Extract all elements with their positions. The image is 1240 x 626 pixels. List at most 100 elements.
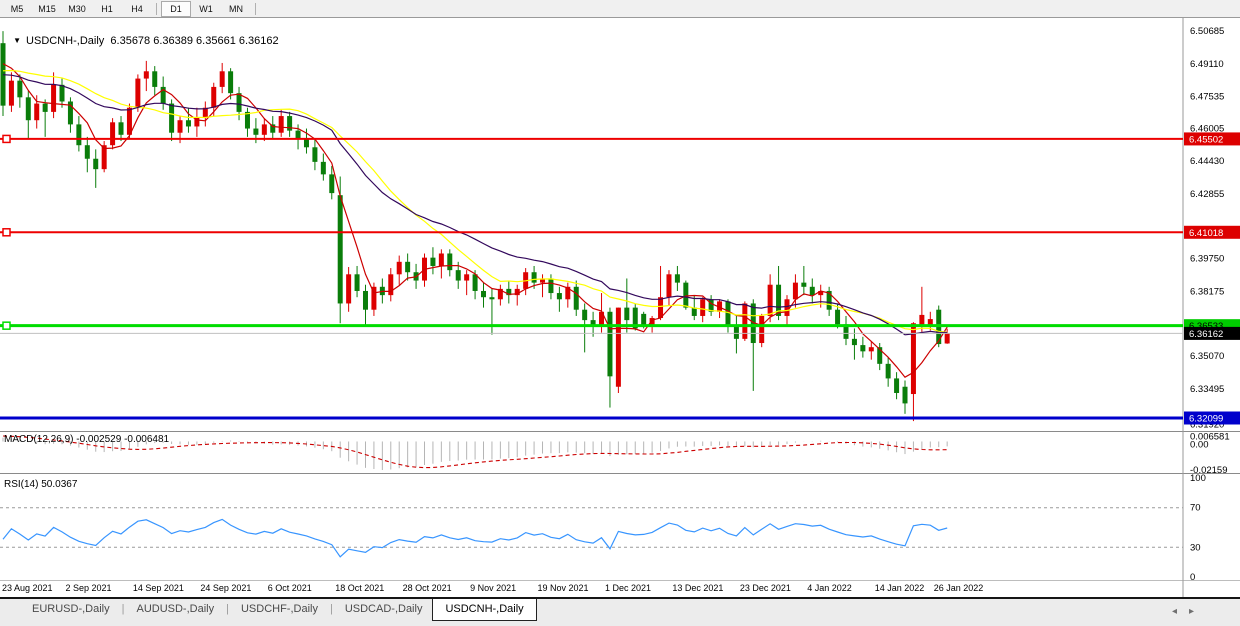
date-tick-label: 19 Nov 2021 <box>538 583 589 593</box>
chart-symbol-label: USDCNH-,Daily <box>26 35 104 47</box>
candle-body <box>919 315 924 325</box>
candle-body <box>152 71 157 87</box>
price-tick-label: 6.42855 <box>1190 189 1224 200</box>
candle-body <box>793 283 798 300</box>
candle-body <box>464 274 469 280</box>
date-tick-label: 13 Dec 2021 <box>672 583 723 593</box>
level-handle-resistance-upper[interactable] <box>3 135 10 142</box>
chart-tab-eurusd[interactable]: EURUSD-,Daily <box>22 599 120 620</box>
timeframe-button-d1[interactable]: D1 <box>161 1 191 17</box>
candle-body <box>734 326 739 338</box>
candle-body <box>886 364 891 379</box>
candle-body <box>903 387 908 404</box>
candle-body <box>725 301 730 326</box>
toolbar-separator <box>156 3 157 15</box>
candle-body <box>397 262 402 274</box>
candle-body <box>329 174 334 193</box>
candle-body <box>945 333 950 343</box>
chart-tab-usdchf[interactable]: USDCHF-,Daily <box>231 599 328 620</box>
candle-body <box>296 131 301 139</box>
candle-body <box>624 308 629 320</box>
date-tick-label: 28 Oct 2021 <box>403 583 452 593</box>
candle-body <box>253 129 258 135</box>
candle-body <box>321 162 326 174</box>
date-tick-label: 1 Dec 2021 <box>605 583 651 593</box>
date-tick-label: 18 Oct 2021 <box>335 583 384 593</box>
candle-body <box>85 145 90 159</box>
candle-body <box>76 124 81 145</box>
chart-title: ▼ USDCNH-,Daily 6.35678 6.36389 6.35661 6… <box>7 23 279 47</box>
candle-body <box>430 258 435 266</box>
candle-body <box>186 120 191 126</box>
chart-canvas[interactable]: 6.506856.491106.475356.460056.444306.428… <box>0 0 1240 626</box>
chart-tabs-bar: EURUSD-,Daily|AUDUSD-,Daily|USDCHF-,Dail… <box>0 597 1240 626</box>
ma-line-fast <box>3 64 947 378</box>
candle-body <box>582 310 587 320</box>
chart-tab-audusd[interactable]: AUDUSD-,Daily <box>126 599 224 620</box>
candle-body <box>346 274 351 303</box>
date-tick-label: 14 Jan 2022 <box>875 583 925 593</box>
tab-scroll-left-icon[interactable]: ◂ <box>1172 606 1189 617</box>
macd-axis-label: 0.00 <box>1190 439 1209 450</box>
candle-body <box>355 274 360 291</box>
candle-body <box>489 297 494 299</box>
level-handle-resistance-lower[interactable] <box>3 229 10 236</box>
candle-body <box>17 81 22 98</box>
date-tick-label: 14 Sep 2021 <box>133 583 184 593</box>
candle-body <box>237 93 242 112</box>
candle-body <box>894 378 899 393</box>
candle-body <box>666 274 671 297</box>
date-tick-label: 4 Jan 2022 <box>807 583 852 593</box>
candle-body <box>852 339 857 345</box>
candle-body <box>456 270 461 280</box>
tab-divider: | <box>120 599 127 615</box>
timeframe-button-mn[interactable]: MN <box>221 1 251 17</box>
timeframe-button-w1[interactable]: W1 <box>191 1 221 17</box>
chart-ohlc-values: 6.35678 6.36389 6.35661 6.36162 <box>110 35 278 47</box>
tab-divider: | <box>224 599 231 615</box>
candle-body <box>43 104 48 112</box>
rsi-axis-label: 0 <box>1190 572 1195 583</box>
date-tick-label: 2 Sep 2021 <box>65 583 111 593</box>
timeframe-button-h1[interactable]: H1 <box>92 1 122 17</box>
timeframe-button-h4[interactable]: H4 <box>122 1 152 17</box>
price-badge-label-current-price: 6.36162 <box>1189 329 1223 340</box>
candle-body <box>439 253 444 265</box>
price-tick-label: 6.38175 <box>1190 286 1224 297</box>
price-badge-label-resistance-upper: 6.45502 <box>1189 134 1223 145</box>
candle-body <box>178 120 183 132</box>
candle-body <box>683 283 688 308</box>
timeframe-button-m5[interactable]: M5 <box>2 1 32 17</box>
candle-body <box>700 299 705 316</box>
chart-tab-usdcnh[interactable]: USDCNH-,Daily <box>432 599 536 621</box>
candle-body <box>228 71 233 93</box>
candle-body <box>169 104 174 133</box>
price-badge-label-resistance-lower: 6.41018 <box>1189 228 1223 239</box>
timeframe-button-m30[interactable]: M30 <box>62 1 92 17</box>
tab-divider: | <box>328 599 335 615</box>
collapse-indicator-icon[interactable]: ▼ <box>13 36 21 45</box>
price-tick-label: 6.35070 <box>1190 351 1224 362</box>
tab-scroll-right-icon[interactable]: ▸ <box>1189 606 1206 617</box>
level-handle-support-green[interactable] <box>3 322 10 329</box>
date-tick-label: 26 Jan 2022 <box>934 583 984 593</box>
candle-body <box>532 272 537 282</box>
candle-body <box>119 122 124 134</box>
candle-body <box>26 97 31 120</box>
timeframe-toolbar: M5M15M30H1H4 D1W1MN <box>0 0 1240 18</box>
candle-body <box>658 297 663 318</box>
date-tick-label: 23 Dec 2021 <box>740 583 791 593</box>
candle-body <box>135 79 140 108</box>
price-tick-label: 6.47535 <box>1190 92 1224 103</box>
candle-body <box>211 87 216 108</box>
candle-body <box>759 316 764 343</box>
candle-body <box>473 274 478 291</box>
rsi-indicator-label: RSI(14) 50.0367 <box>4 479 77 490</box>
date-tick-label: 9 Nov 2021 <box>470 583 516 593</box>
candle-body <box>144 71 149 78</box>
chart-tab-usdcad[interactable]: USDCAD-,Daily <box>335 599 433 620</box>
rsi-axis-label: 70 <box>1190 503 1201 514</box>
timeframe-button-m15[interactable]: M15 <box>32 1 62 17</box>
candle-body <box>675 274 680 282</box>
date-tick-label: 23 Aug 2021 <box>2 583 53 593</box>
